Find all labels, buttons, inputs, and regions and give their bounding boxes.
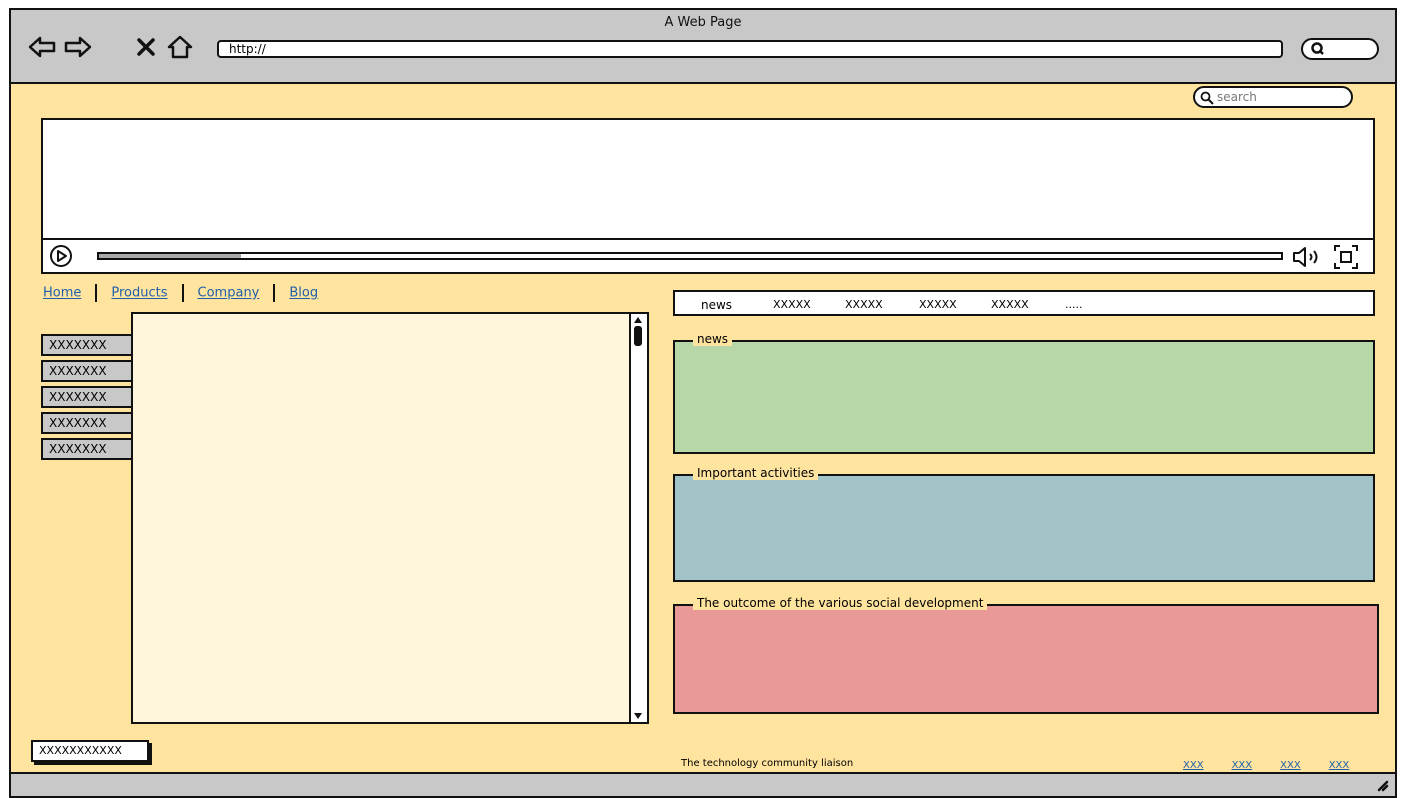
activities-panel-title: Important activities bbox=[693, 466, 819, 480]
news-panel bbox=[673, 340, 1375, 454]
forward-icon[interactable] bbox=[63, 32, 93, 62]
volume-icon[interactable] bbox=[1291, 245, 1327, 269]
search-placeholder: search bbox=[1217, 90, 1257, 104]
tab-news[interactable]: news bbox=[701, 298, 732, 312]
search-icon bbox=[1200, 91, 1214, 105]
scroll-up-icon[interactable] bbox=[632, 315, 644, 325]
video-progress-fill bbox=[99, 254, 241, 258]
play-icon[interactable] bbox=[49, 244, 73, 268]
scroll-thumb[interactable] bbox=[634, 326, 642, 346]
nav-link-products[interactable]: Products bbox=[111, 286, 167, 301]
footer-links: XXX XXX XXX XXX bbox=[1155, 760, 1349, 771]
footer-link[interactable]: XXX bbox=[1280, 760, 1301, 771]
nav-divider bbox=[181, 284, 184, 302]
footer-link[interactable]: XXX bbox=[1329, 760, 1350, 771]
nav-link-company[interactable]: Company bbox=[198, 286, 260, 301]
back-icon[interactable] bbox=[27, 32, 57, 62]
side-menu-item[interactable]: XXXXXXX bbox=[41, 438, 133, 460]
url-field[interactable]: http:// bbox=[217, 40, 1283, 58]
home-icon[interactable] bbox=[165, 32, 195, 62]
tab-item[interactable]: XXXXX bbox=[773, 298, 811, 311]
search-input[interactable]: search bbox=[1193, 86, 1353, 108]
side-menu-item[interactable]: XXXXXXX bbox=[41, 386, 133, 408]
nav-divider bbox=[273, 284, 276, 302]
fullscreen-icon[interactable] bbox=[1333, 244, 1359, 270]
nav-divider bbox=[95, 284, 98, 302]
footer-link[interactable]: XXX bbox=[1183, 760, 1204, 771]
vertical-scrollbar[interactable] bbox=[629, 314, 647, 722]
title-bar: A Web Page http:// bbox=[11, 10, 1395, 84]
tab-more[interactable]: ..... bbox=[1065, 298, 1082, 311]
status-bar bbox=[11, 772, 1395, 796]
tab-item[interactable]: XXXXX bbox=[991, 298, 1029, 311]
outcome-panel bbox=[673, 604, 1379, 714]
outcome-panel-title: The outcome of the various social develo… bbox=[693, 596, 988, 610]
go-button[interactable] bbox=[1301, 38, 1379, 60]
footer-button[interactable]: XXXXXXXXXXX bbox=[31, 740, 149, 762]
search-icon bbox=[1311, 42, 1324, 55]
nav-link-home[interactable]: Home bbox=[43, 286, 81, 301]
tab-item[interactable]: XXXXX bbox=[919, 298, 957, 311]
side-menu-item[interactable]: XXXXXXX bbox=[41, 360, 133, 382]
side-menu-item[interactable]: XXXXXXX bbox=[41, 334, 133, 356]
window-title: A Web Page bbox=[664, 15, 742, 30]
browser-window: A Web Page http:// search Home Products … bbox=[9, 8, 1397, 798]
resize-grip-icon[interactable] bbox=[1373, 776, 1389, 792]
footer-text: The technology community liaison bbox=[681, 758, 854, 769]
video-player[interactable] bbox=[41, 118, 1375, 274]
panel-border bbox=[673, 340, 1375, 342]
nav-link-blog[interactable]: Blog bbox=[289, 286, 318, 301]
tab-item[interactable]: XXXXX bbox=[845, 298, 883, 311]
news-tabs: news XXXXX XXXXX XXXXX XXXXX ..... bbox=[673, 290, 1375, 316]
scroll-down-icon[interactable] bbox=[632, 711, 644, 721]
main-nav: Home Products Company Blog bbox=[43, 284, 318, 302]
content-area[interactable] bbox=[131, 312, 649, 724]
video-controls bbox=[43, 238, 1373, 272]
stop-icon[interactable] bbox=[131, 32, 161, 62]
side-menu-item[interactable]: XXXXXXX bbox=[41, 412, 133, 434]
activities-panel bbox=[673, 474, 1375, 582]
news-panel-title: news bbox=[693, 332, 733, 346]
footer-link[interactable]: XXX bbox=[1232, 760, 1253, 771]
video-progress-bar[interactable] bbox=[97, 252, 1283, 260]
